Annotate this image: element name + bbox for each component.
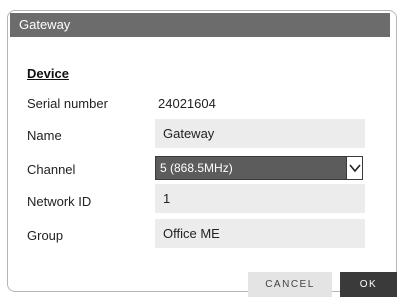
ok-button[interactable]: OK — [340, 272, 397, 297]
serial-number-value: 24021604 — [158, 96, 216, 111]
gateway-dialog — [7, 10, 397, 292]
serial-number-label: Serial number — [27, 96, 108, 111]
channel-label: Channel — [27, 162, 76, 177]
name-label: Name — [27, 128, 62, 143]
name-field[interactable]: Gateway — [155, 119, 365, 148]
channel-select-value: 5 (868.5MHz) — [160, 161, 233, 175]
group-field[interactable]: Office ME — [155, 219, 365, 248]
cancel-button[interactable]: CANCEL — [248, 272, 332, 297]
network-id-field[interactable]: 1 — [155, 184, 365, 213]
network-id-label: Network ID — [27, 194, 92, 209]
channel-select[interactable]: 5 (868.5MHz) — [155, 156, 363, 180]
dialog-title: Gateway — [10, 13, 390, 37]
section-title-device: Device — [27, 66, 69, 81]
chevron-down-icon[interactable] — [346, 157, 362, 179]
group-label: Group — [27, 228, 64, 243]
